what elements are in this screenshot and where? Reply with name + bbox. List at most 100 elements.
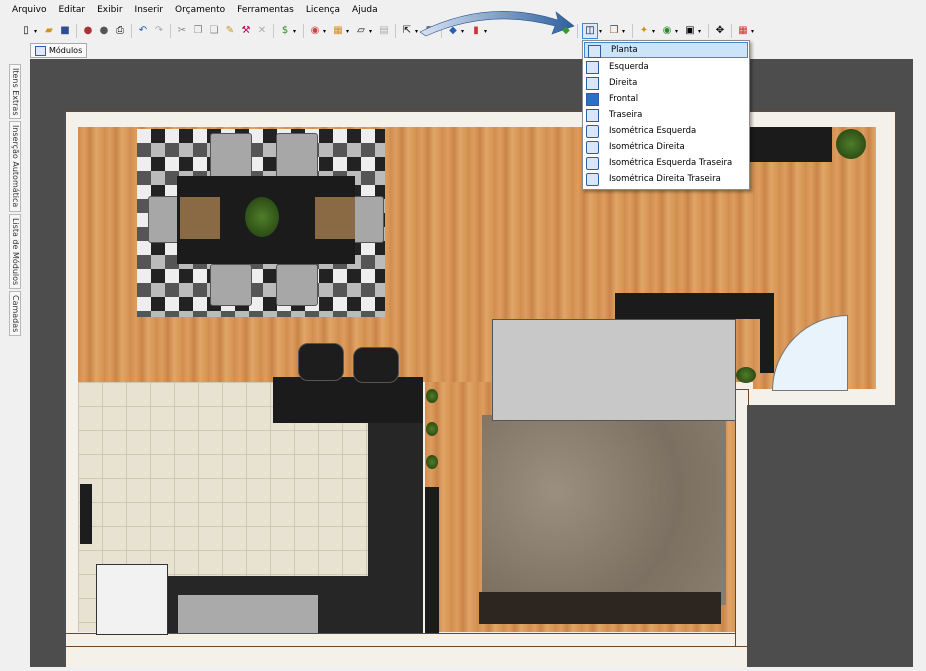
floor-plan-viewport[interactable] [30,59,913,667]
shape-icon[interactable]: ▱ [354,24,368,38]
dropdown-arrow-icon[interactable]: ▾ [293,28,298,35]
bottom-wall [65,633,747,647]
hammer-icon[interactable]: ⚒ [239,24,253,38]
view-option-isometrica-esquerda-traseira[interactable]: Isométrica Esquerda Traseira [583,155,749,171]
view-option-isometrica-esquerda[interactable]: Isométrica Esquerda [583,123,749,139]
cut-icon[interactable]: ✂ [175,24,189,38]
tab-label: Módulos [49,46,83,55]
view-option-esquerda[interactable]: Esquerda [583,59,749,75]
modules-tab-icon [35,45,46,56]
view-icon[interactable]: ◫ [582,23,598,39]
menu-inserir[interactable]: Inserir [129,5,170,15]
view-option-traseira[interactable]: Traseira [583,107,749,123]
kitchen-island [273,377,423,423]
view-option-label: Isométrica Direita Traseira [609,174,721,184]
view-option-label: Isométrica Esquerda [609,126,697,136]
side-tab-label: Camadas [11,295,20,333]
floor-plant [736,367,756,383]
view-option-frontal[interactable]: Frontal [583,91,749,107]
toolbar-separator [632,24,633,38]
money-icon[interactable]: $ [278,24,292,38]
redo-icon[interactable]: ↷ [152,24,166,38]
menu-arquivo[interactable]: Arquivo [6,5,52,15]
dropdown-arrow-icon[interactable]: ▾ [369,28,374,35]
material-icon[interactable]: ◉ [308,24,322,38]
toolbar-separator [577,24,578,38]
right-view-icon [586,77,599,90]
menu-ajuda[interactable]: Ajuda [346,5,384,15]
modules-icon[interactable]: ▦ [331,24,345,38]
view-option-label: Esquerda [609,62,649,72]
select-icon[interactable]: ⇱ [400,24,414,38]
sideboard [425,487,439,633]
tv-console [615,293,760,319]
dropdown-arrow-icon[interactable]: ▾ [622,28,627,35]
dropdown-arrow-icon[interactable]: ▾ [599,28,604,35]
back-view-icon [586,109,599,122]
toolbar-separator [303,24,304,38]
paste-icon[interactable]: ❏ [207,24,221,38]
outside-area [747,405,913,667]
green-diamond-icon[interactable]: ◆ [559,24,573,38]
open-icon[interactable]: ▰ [42,24,56,38]
bar-stool [353,347,399,383]
side-tab-itens-extras[interactable]: Itens Extras [9,64,21,120]
new-icon[interactable]: ▯ [19,24,33,38]
front-view-icon [586,93,599,106]
view-option-isometrica-direita[interactable]: Isométrica Direita [583,139,749,155]
side-tab-lista-de-modulos[interactable]: Lista de Módulos [9,213,21,289]
copy-icon[interactable]: ❐ [191,24,205,38]
sofa [492,319,736,421]
menu-licenca[interactable]: Licença [300,5,346,15]
iso-right-back-view-icon [586,173,599,186]
entry-plant [836,129,866,159]
herb-plant [426,455,438,469]
dropdown-arrow-icon[interactable]: ▾ [34,28,39,35]
view-option-label: Direita [609,78,638,88]
dropdown-arrow-icon[interactable]: ▾ [675,28,680,35]
save-icon[interactable]: ■ [58,24,72,38]
living-rug [482,415,726,605]
dining-chair [210,264,252,306]
grid-icon[interactable]: ▤ [377,24,391,38]
dropdown-arrow-icon[interactable]: ▾ [652,28,657,35]
dropdown-arrow-icon[interactable]: ▾ [751,28,756,35]
toolbar-separator [76,24,77,38]
camera-icon[interactable]: ▣ [683,24,697,38]
brush-icon[interactable]: ✎ [223,24,237,38]
render2-icon[interactable]: ● [97,24,111,38]
view-option-label: Isométrica Esquerda Traseira [609,158,733,168]
left-view-icon [586,61,599,74]
color-icon[interactable]: ▦ [736,24,750,38]
side-tab-insercao-automatica[interactable]: Inserção Automática [9,121,21,212]
snap-icon[interactable]: ✥ [713,24,727,38]
menu-editar[interactable]: Editar [52,5,91,15]
dropdown-arrow-icon[interactable]: ▾ [698,28,703,35]
view-option-isometrica-direita-traseira[interactable]: Isométrica Direita Traseira [583,171,749,187]
render-icon[interactable]: ● [81,24,95,38]
delete-icon[interactable]: ✕ [255,24,269,38]
undo-icon[interactable]: ↶ [136,24,150,38]
bench [479,592,721,624]
document-tabs: Módulos [0,42,926,58]
dining-chair [210,133,252,180]
menu-ferramentas[interactable]: Ferramentas [231,5,300,15]
eye-icon[interactable]: ◉ [660,24,674,38]
menu-orcamento[interactable]: Orçamento [169,5,231,15]
view-option-planta[interactable]: Planta [584,42,748,58]
side-cabinet [760,293,774,373]
view-option-direita[interactable]: Direita [583,75,749,91]
menu-exibir[interactable]: Exibir [91,5,128,15]
print-icon[interactable]: ⎙ [113,24,127,38]
side-tab-label: Itens Extras [11,68,20,116]
herb-plant [426,422,438,436]
kitchen-tv [80,484,92,544]
tab-modulos[interactable]: Módulos [30,43,88,58]
table-plant [245,197,279,237]
side-tab-camadas[interactable]: Camadas [9,291,21,337]
wand-icon[interactable]: ✦ [637,24,651,38]
toolbar-separator [131,24,132,38]
box3d-icon[interactable]: ❒ [607,24,621,38]
dropdown-arrow-icon[interactable]: ▾ [346,28,351,35]
dropdown-arrow-icon[interactable]: ▾ [323,28,328,35]
